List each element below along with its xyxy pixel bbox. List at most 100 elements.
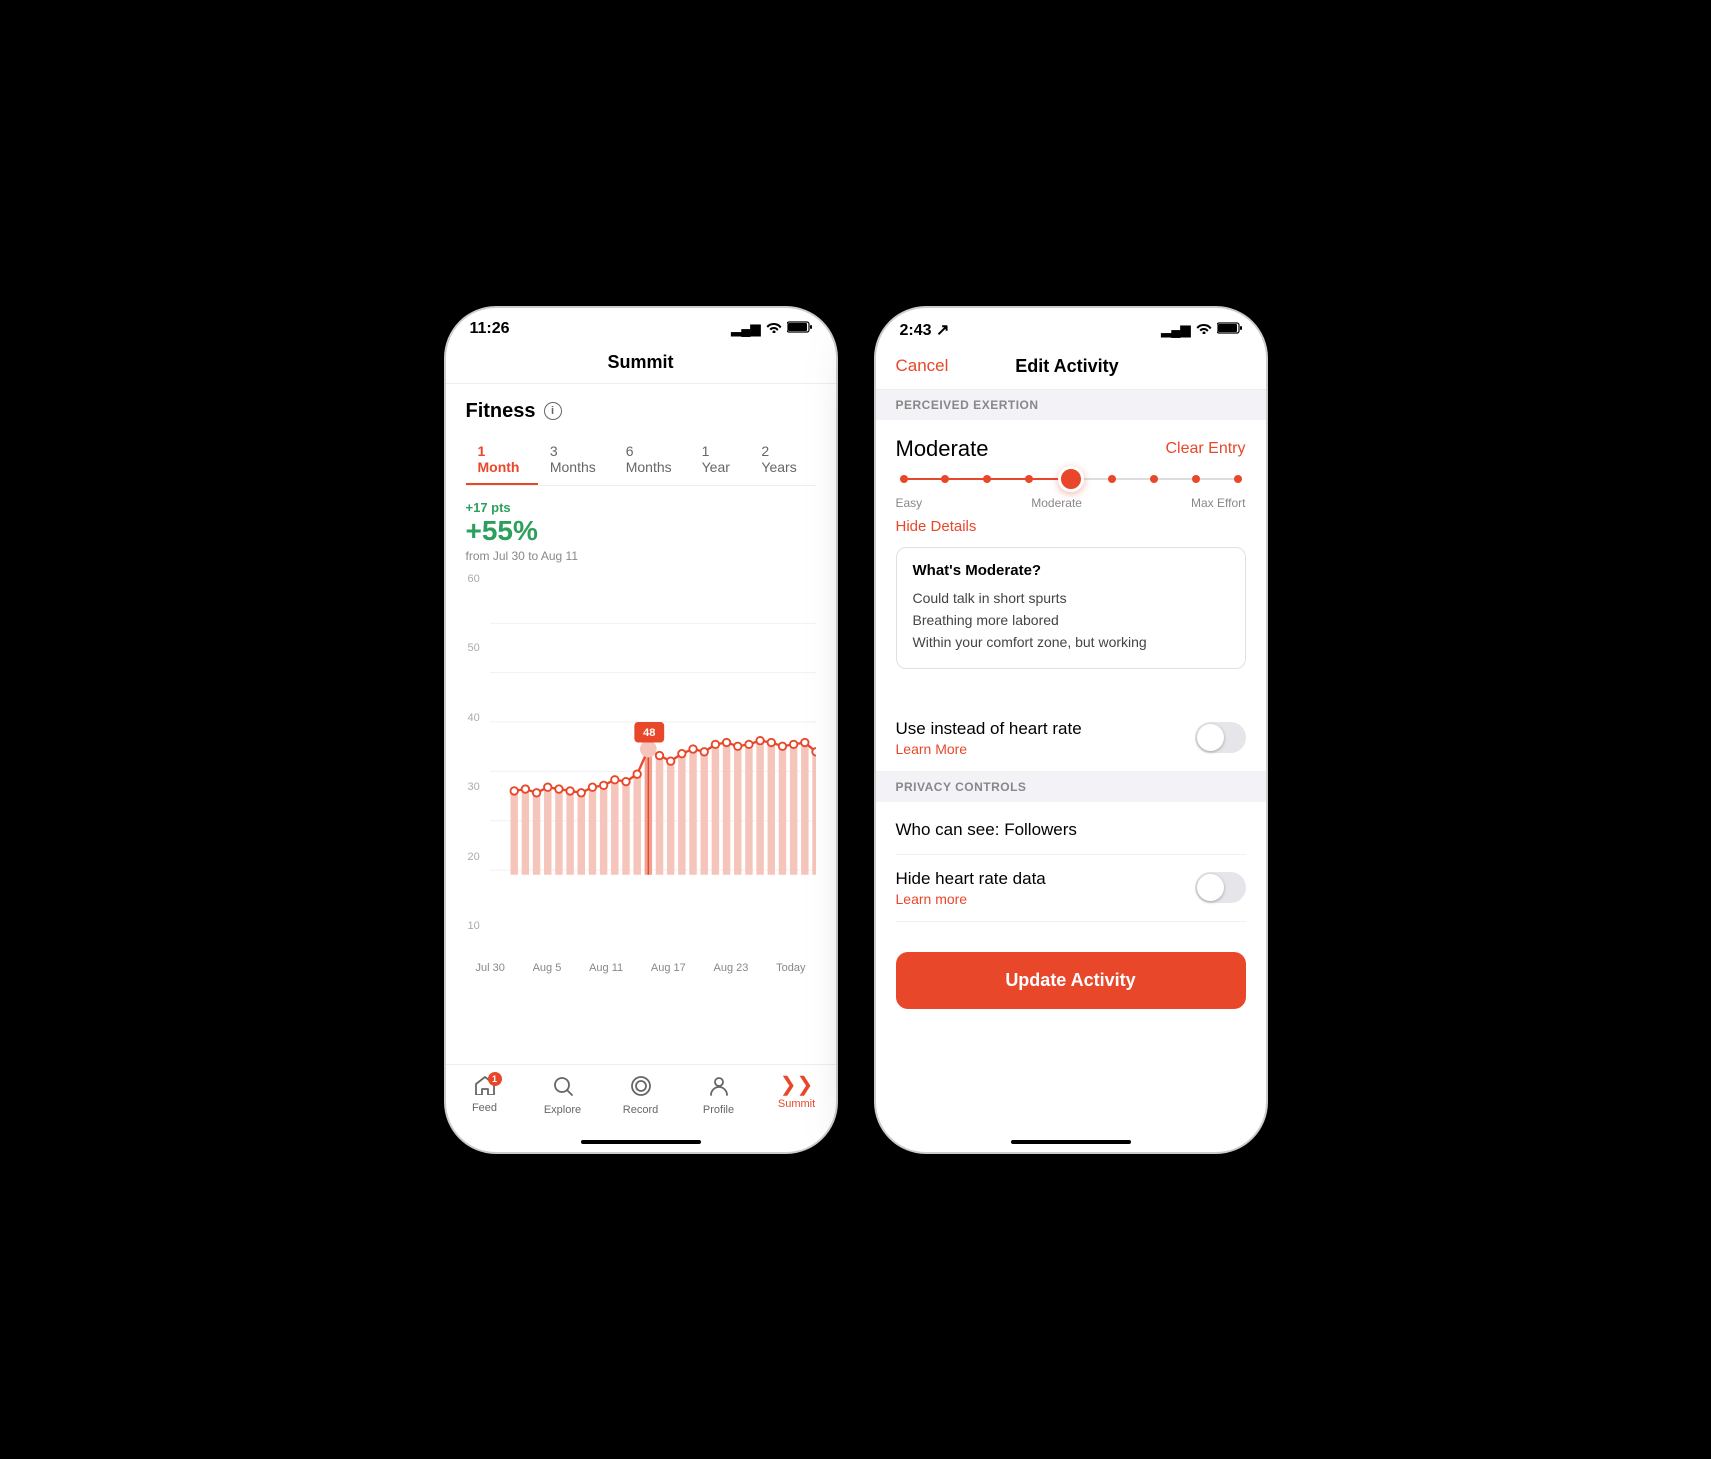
bottom-nav: 1 Feed Explore Record Profile ❯❯ xyxy=(446,1064,836,1140)
tab-1month[interactable]: 1 Month xyxy=(466,435,538,485)
record-label: Record xyxy=(623,1104,658,1116)
details-title: What's Moderate? xyxy=(913,562,1229,579)
x-axis-labels: Jul 30 Aug 5 Aug 11 Aug 17 Aug 23 Today xyxy=(466,958,816,974)
update-activity-button[interactable]: Update Activity xyxy=(896,952,1246,1009)
status-bar-2: 2:43 ↗ ▂▄▆ xyxy=(876,308,1266,348)
wifi-icon xyxy=(766,321,782,336)
slider-track xyxy=(900,478,1242,480)
nav-profile[interactable]: Profile xyxy=(680,1075,758,1116)
feed-label: Feed xyxy=(472,1102,497,1114)
exertion-value: Moderate xyxy=(896,436,989,462)
details-text: Could talk in short spurts Breathing mor… xyxy=(913,587,1229,654)
chart-svg: 48 xyxy=(466,573,816,953)
phone-1-fitness: 11:26 ▂▄▆ Summit Fitness i 1 Month 3 Mon… xyxy=(446,308,836,1152)
details-box: What's Moderate? Could talk in short spu… xyxy=(896,547,1246,669)
explore-label: Explore xyxy=(544,1104,581,1116)
hide-hr-toggle-left: Hide heart rate data Learn more xyxy=(896,869,1046,907)
battery-icon xyxy=(787,321,812,336)
nav-record[interactable]: Record xyxy=(602,1075,680,1116)
hide-hr-toggle-row: Hide heart rate data Learn more xyxy=(896,855,1246,922)
app-title-1: Summit xyxy=(446,346,836,384)
exertion-section: Moderate Clear Entry xyxy=(876,420,1266,705)
profile-label: Profile xyxy=(703,1104,734,1116)
stats-area: +17 pts +55% from Jul 30 to Aug 11 xyxy=(466,500,816,563)
fitness-title: Fitness i xyxy=(466,400,816,423)
slider-dot-8 xyxy=(1192,475,1200,483)
status-time-1: 11:26 xyxy=(470,320,510,338)
signal-icon-2: ▂▄▆ xyxy=(1161,322,1190,338)
label-moderate: Moderate xyxy=(1031,496,1082,510)
tab-3months[interactable]: 3 Months xyxy=(538,435,614,485)
privacy-section: Who can see: Followers Hide heart rate d… xyxy=(876,802,1266,936)
toggle-knob-2 xyxy=(1197,874,1224,901)
tab-2years[interactable]: 2 Years xyxy=(749,435,815,485)
feed-badge: 1 xyxy=(488,1072,502,1086)
heart-rate-toggle-left: Use instead of heart rate Learn More xyxy=(896,719,1082,757)
cancel-button[interactable]: Cancel xyxy=(896,356,949,376)
date-range: from Jul 30 to Aug 11 xyxy=(466,549,816,563)
summit-title: Summit xyxy=(607,352,673,372)
heart-rate-toggle[interactable] xyxy=(1195,722,1246,753)
profile-icon xyxy=(708,1075,730,1101)
slider-dot-4 xyxy=(1025,475,1033,483)
slider-dot-2 xyxy=(941,475,949,483)
battery-icon-2 xyxy=(1217,322,1242,337)
slider-dot-9 xyxy=(1234,475,1242,483)
exertion-top: Moderate Clear Entry xyxy=(896,436,1246,462)
hide-details-button[interactable]: Hide Details xyxy=(896,518,1246,535)
slider-dot-1 xyxy=(900,475,908,483)
explore-icon xyxy=(552,1075,574,1101)
tab-1year[interactable]: 1 Year xyxy=(690,435,750,485)
wifi-icon-2 xyxy=(1196,322,1212,337)
detail-line-1: Could talk in short spurts xyxy=(913,587,1229,609)
edit-title: Edit Activity xyxy=(1015,356,1118,377)
edit-content: PERCEIVED EXERTION Moderate Clear Entry xyxy=(876,390,1266,1132)
summit-label: Summit xyxy=(778,1098,815,1110)
pct-label: +55% xyxy=(466,515,816,547)
tab-6months[interactable]: 6 Months xyxy=(614,435,690,485)
exertion-slider[interactable]: Easy Moderate Max Effort xyxy=(896,478,1246,510)
clear-entry-button[interactable]: Clear Entry xyxy=(1165,440,1245,458)
privacy-controls-header: PRIVACY CONTROLS xyxy=(876,772,1266,802)
pts-label: +17 pts xyxy=(466,500,816,515)
detail-line-2: Breathing more labored xyxy=(913,609,1229,631)
fitness-section: Fitness i 1 Month 3 Months 6 Months 1 Ye… xyxy=(446,384,836,1064)
fitness-tabs: 1 Month 3 Months 6 Months 1 Year 2 Years xyxy=(466,435,816,486)
label-max: Max Effort xyxy=(1191,496,1245,510)
perceived-exertion-header: PERCEIVED EXERTION xyxy=(876,390,1266,420)
slider-dot-6 xyxy=(1108,475,1116,483)
status-icons-1: ▂▄▆ xyxy=(731,321,811,337)
slider-labels: Easy Moderate Max Effort xyxy=(896,496,1246,510)
home-indicator-1 xyxy=(581,1140,701,1144)
home-indicator-2 xyxy=(1011,1140,1131,1144)
slider-dot-7 xyxy=(1150,475,1158,483)
heart-rate-learn-more[interactable]: Learn More xyxy=(896,741,1082,757)
hide-hr-toggle[interactable] xyxy=(1195,872,1246,903)
label-easy: Easy xyxy=(896,496,923,510)
heart-rate-label: Use instead of heart rate xyxy=(896,719,1082,739)
nav-feed[interactable]: 1 Feed xyxy=(446,1075,524,1116)
hide-hr-learn-more[interactable]: Learn more xyxy=(896,891,1046,907)
detail-line-3: Within your comfort zone, but working xyxy=(913,631,1229,653)
who-can-see-label: Who can see: xyxy=(896,820,1000,839)
slider-dot-3 xyxy=(983,475,991,483)
fitness-chart: 60 50 40 30 20 10 xyxy=(466,573,816,953)
edit-header: Cancel Edit Activity xyxy=(876,348,1266,390)
status-time-2: 2:43 ↗ xyxy=(900,320,950,340)
who-can-see-value: Followers xyxy=(1004,820,1077,839)
record-icon xyxy=(630,1075,652,1101)
nav-explore[interactable]: Explore xyxy=(524,1075,602,1116)
toggle-knob-1 xyxy=(1197,724,1224,751)
nav-summit[interactable]: ❯❯ Summit xyxy=(758,1075,836,1116)
slider-thumb[interactable] xyxy=(1058,466,1084,492)
phone-2-edit: 2:43 ↗ ▂▄▆ Cancel Edit Activity PERCEIVE… xyxy=(876,308,1266,1152)
heart-rate-toggle-row: Use instead of heart rate Learn More xyxy=(876,705,1266,772)
status-bar-1: 11:26 ▂▄▆ xyxy=(446,308,836,346)
summit-icon: ❯❯ xyxy=(780,1075,814,1095)
signal-icon: ▂▄▆ xyxy=(731,321,760,337)
svg-text:48: 48 xyxy=(643,726,655,738)
who-can-see-row[interactable]: Who can see: Followers xyxy=(896,816,1246,855)
status-icons-2: ▂▄▆ xyxy=(1161,322,1241,338)
hide-hr-label: Hide heart rate data xyxy=(896,869,1046,889)
info-icon[interactable]: i xyxy=(544,402,562,420)
